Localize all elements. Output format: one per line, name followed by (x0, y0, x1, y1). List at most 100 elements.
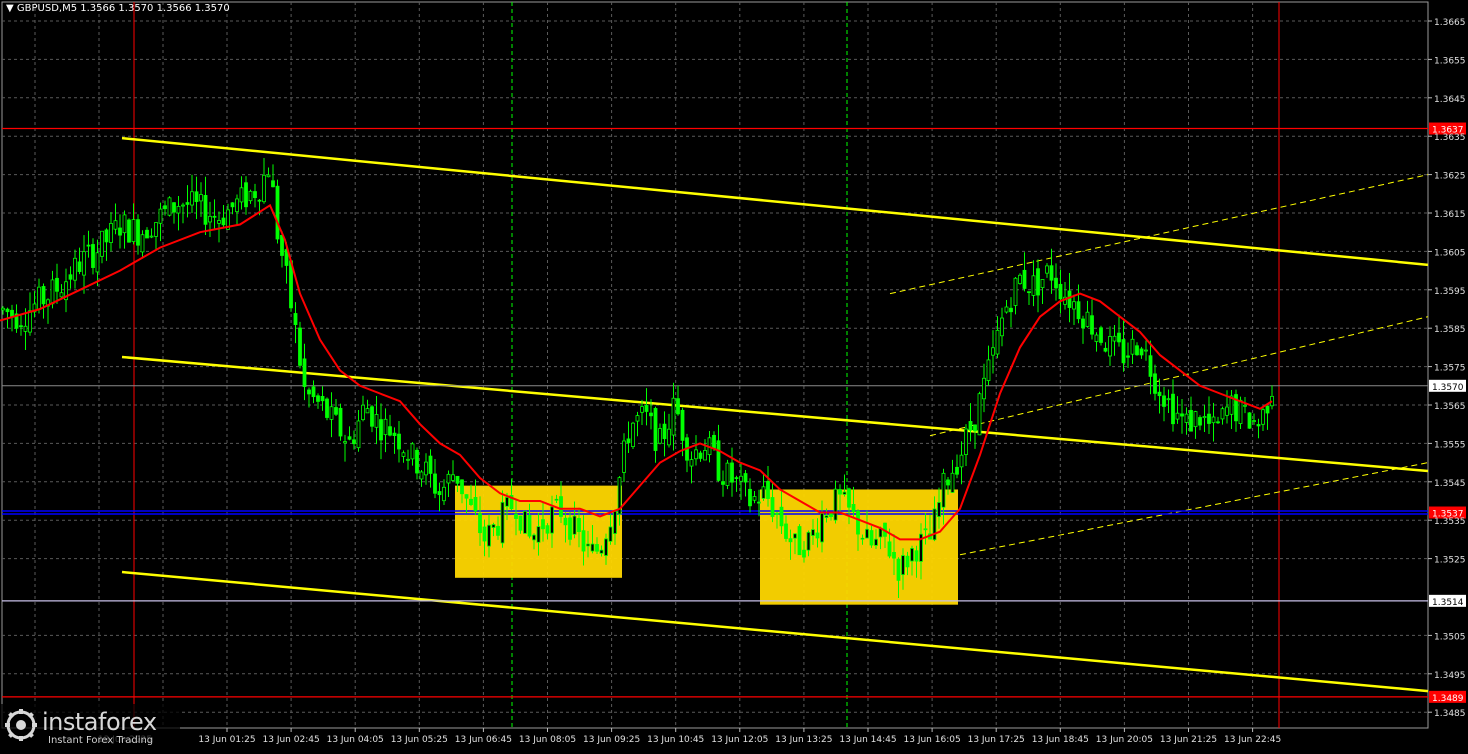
price-chart[interactable]: 1.3637 1.3570 1.3537 1.3514 1.3489 1.3665 1.3… (0, 0, 1468, 750)
candle-body (1004, 306, 1009, 313)
candle-body (667, 428, 671, 446)
candle-body (968, 421, 973, 431)
candle-body (446, 473, 451, 484)
candle-body (559, 496, 563, 517)
candle-body (514, 513, 518, 519)
candle-body (185, 202, 190, 205)
candle-body (86, 244, 91, 247)
candle-body (941, 472, 946, 508)
candle-body (955, 466, 959, 475)
candle-body (689, 459, 694, 467)
candle-body (77, 261, 82, 272)
candle-body (338, 407, 343, 437)
candle-body (680, 409, 685, 441)
candle-body (590, 543, 595, 552)
candle-body (10, 309, 14, 317)
candle-body (1225, 406, 1229, 416)
candle-body (221, 217, 226, 226)
consolidation-zone[interactable] (760, 489, 958, 605)
candle-body (1238, 399, 1243, 424)
candle-body (811, 529, 815, 536)
price-tick-label: 1.3585 (1434, 325, 1466, 335)
price-tick-label: 1.3555 (1434, 440, 1466, 450)
candle-body (1193, 411, 1198, 428)
logo-tagline: Instant Forex Trading (48, 735, 154, 746)
candle-body (95, 252, 100, 273)
candle-body (1027, 291, 1031, 294)
candle-body (635, 415, 640, 422)
candle-body (379, 419, 383, 441)
candle-body (986, 359, 991, 381)
candle-body (1211, 416, 1216, 424)
symbol-header[interactable]: ▼ GBPUSD,M5 1.3566 1.3570 1.3566 1.3570 (6, 3, 230, 14)
candle-body (1130, 338, 1135, 355)
candle-body (865, 528, 869, 539)
candle-body (1256, 424, 1261, 427)
candle-body (1171, 393, 1175, 425)
consolidation-zones[interactable] (455, 485, 958, 605)
time-tick-label: 13 Jun 18:45 (1032, 735, 1089, 745)
symbol-info: GBPUSD,M5 1.3566 1.3570 1.3566 1.3570 (16, 3, 230, 14)
candle-body (784, 523, 788, 539)
candle-body (649, 412, 653, 417)
candle-body (266, 174, 271, 178)
candle-body (631, 422, 635, 448)
time-axis: 13 Jun 01:25 13 Jun 02:45 13 Jun 04:05 13 J… (98, 728, 1281, 745)
candle-body (703, 450, 707, 461)
logo-brand: instaforex (42, 708, 157, 736)
candle-body (541, 519, 545, 530)
time-tick-label: 13 Jun 02:45 (263, 735, 320, 745)
candle-body (833, 488, 838, 521)
candle-body (1126, 355, 1130, 358)
candle-body (145, 229, 149, 239)
candle-body (199, 194, 203, 202)
candle-body (190, 191, 194, 206)
candle-body (527, 515, 532, 537)
price-level-label: 1.3489 (1432, 694, 1464, 704)
candle-body (325, 398, 329, 418)
candle-body (248, 190, 253, 202)
candle-body (244, 182, 248, 208)
price-tick-label: 1.3565 (1434, 402, 1466, 412)
candle-body (406, 458, 410, 461)
candle-body (752, 496, 757, 501)
candle-body (847, 488, 851, 508)
candle-body (775, 512, 779, 515)
channel-line[interactable] (121, 136, 1429, 267)
rising-channel-line[interactable] (889, 174, 1429, 295)
chart-canvas[interactable]: 1.36371.35701.35371.35141.3489 1.36651.3… (0, 0, 1468, 750)
candle-body (662, 423, 667, 440)
candle-body (163, 205, 167, 210)
candle-body (109, 223, 113, 243)
candle-body (721, 481, 725, 485)
candle-body (203, 195, 208, 225)
candle-body (1180, 413, 1184, 417)
price-levels[interactable]: 1.36371.35701.35371.35141.3489 (2, 122, 1466, 704)
candle-body (1247, 412, 1252, 429)
candle-body (1099, 327, 1103, 343)
rising-channel-line[interactable] (959, 462, 1429, 556)
candle-body (842, 491, 847, 495)
candle-body (410, 443, 415, 460)
candle-body (82, 251, 86, 276)
candle-body (766, 480, 770, 499)
candle-body (829, 513, 833, 517)
candle-body (5, 308, 10, 313)
candle-body (910, 547, 914, 562)
price-tick-label: 1.3635 (1434, 133, 1466, 143)
candle-body (469, 498, 473, 505)
candle-body (212, 215, 217, 218)
price-tick-label: 1.3485 (1434, 709, 1466, 719)
candle-body (658, 428, 662, 444)
candle-body (50, 279, 55, 305)
candle-body (757, 501, 761, 504)
candle-body (419, 471, 424, 480)
candle-body (451, 474, 455, 481)
candle-body (1216, 421, 1220, 424)
candle-body (347, 436, 352, 440)
candle-body (23, 325, 28, 332)
price-tick-label: 1.3595 (1434, 287, 1466, 297)
dropdown-arrow-icon[interactable]: ▼ (6, 3, 14, 14)
candle-body (194, 191, 199, 202)
candle-body (401, 452, 406, 457)
